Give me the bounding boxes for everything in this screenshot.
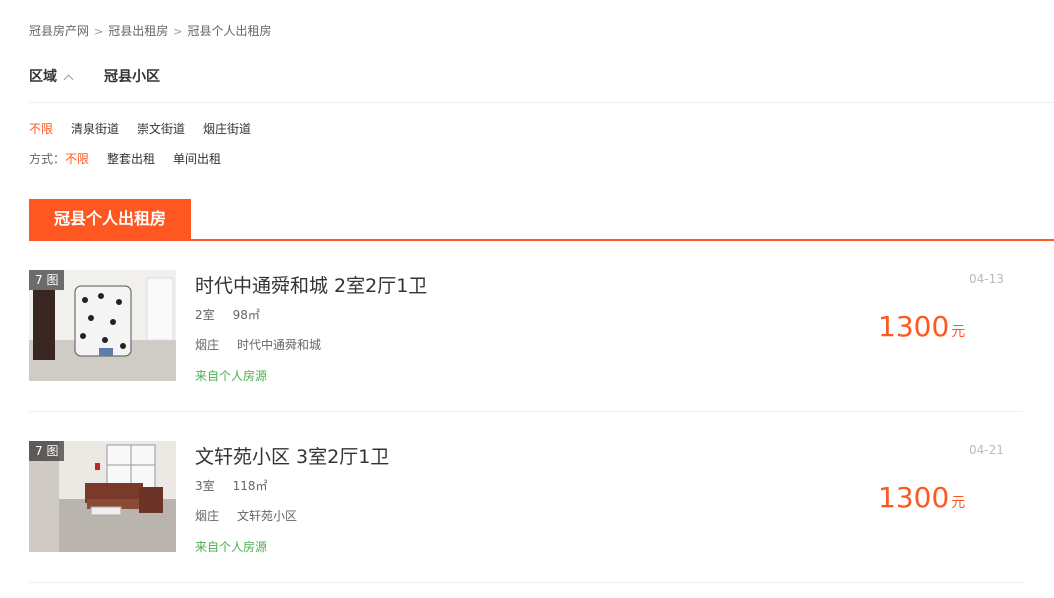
listing-area: 118㎡ xyxy=(232,479,268,493)
area-option-chongwen[interactable]: 崇文街道 xyxy=(137,120,185,137)
area-option-qingquan[interactable]: 清泉街道 xyxy=(71,120,119,137)
breadcrumb-item-home[interactable]: 冠县房产网 xyxy=(29,24,89,38)
mode-option-whole[interactable]: 整套出租 xyxy=(107,150,155,167)
mode-option-all[interactable]: 不限 xyxy=(65,150,89,167)
section-title: 冠县个人出租房 xyxy=(29,199,191,239)
listing-photo[interactable]: 7 图 xyxy=(29,270,176,381)
breadcrumb-item-personal-rent[interactable]: 冠县个人出租房 xyxy=(187,24,271,38)
area-options: 不限 清泉街道 崇文街道 烟庄街道 xyxy=(29,120,269,137)
price-value: 1300 xyxy=(878,481,950,514)
listing-location: 烟庄 文轩苑小区 xyxy=(195,507,297,524)
listing-rooms: 3室 xyxy=(195,479,215,493)
listing-price: 1300 元 xyxy=(878,310,965,343)
listing-district: 烟庄 xyxy=(195,338,220,352)
price-unit: 元 xyxy=(951,495,966,511)
mode-label: 方式： xyxy=(29,152,66,166)
breadcrumb: 冠县房产网 > 冠县出租房 > 冠县个人出租房 xyxy=(29,22,271,39)
price-unit: 元 xyxy=(951,324,966,340)
listing-specs: 2室 98㎡ xyxy=(195,306,260,323)
listing-photo[interactable]: 7 图 xyxy=(29,441,176,552)
area-option-all[interactable]: 不限 xyxy=(29,120,53,137)
filter-tab-community[interactable]: 冠县小区 xyxy=(104,66,160,86)
photo-count-badge: 7 图 xyxy=(29,270,65,290)
breadcrumb-item-rent[interactable]: 冠县出租房 xyxy=(108,24,168,38)
filter-tab-area-label: 区域 xyxy=(29,69,57,85)
listing-title[interactable]: 时代中通舜和城 2室2厅1卫 xyxy=(195,271,427,298)
listing-area: 98㎡ xyxy=(232,308,260,322)
section-header: 冠县个人出租房 xyxy=(29,199,1054,241)
listing-item: 7 图 文轩苑小区 3室2厅1卫 3室 118㎡ 烟庄 文轩苑小区 来自个人房源 0… xyxy=(29,441,1023,583)
breadcrumb-separator: > xyxy=(94,25,104,38)
chevron-up-icon xyxy=(63,74,74,85)
area-option-yanzhuang[interactable]: 烟庄街道 xyxy=(203,120,251,137)
listing-district: 烟庄 xyxy=(195,509,220,523)
listing-price: 1300 元 xyxy=(878,481,965,514)
mode-option-room[interactable]: 单间出租 xyxy=(173,150,221,167)
photo-count-badge: 7 图 xyxy=(29,441,65,461)
divider xyxy=(29,102,1054,103)
price-value: 1300 xyxy=(878,310,950,343)
listing-source: 来自个人房源 xyxy=(195,540,268,554)
listing-community: 时代中通舜和城 xyxy=(237,338,322,352)
listing-source: 来自个人房源 xyxy=(195,369,268,383)
filter-tab-area[interactable]: 区域 xyxy=(29,66,74,86)
listing-community: 文轩苑小区 xyxy=(237,509,298,523)
listing-date: 04-13 xyxy=(969,272,1004,286)
filter-tabs: 区域 冠县小区 xyxy=(29,66,160,86)
breadcrumb-separator: > xyxy=(173,25,183,38)
listing-specs: 3室 118㎡ xyxy=(195,477,268,494)
listing-title[interactable]: 文轩苑小区 3室2厅1卫 xyxy=(195,442,389,469)
listing-location: 烟庄 时代中通舜和城 xyxy=(195,336,321,353)
listing-rooms: 2室 xyxy=(195,308,215,322)
mode-options: 方式：不限 整套出租 单间出租 xyxy=(29,150,239,167)
listing-item: 7 图 时代中通舜和城 2室2厅1卫 2室 98㎡ 烟庄 时代中通舜和城 来自个人房… xyxy=(29,270,1023,412)
listing-date: 04-21 xyxy=(969,443,1004,457)
